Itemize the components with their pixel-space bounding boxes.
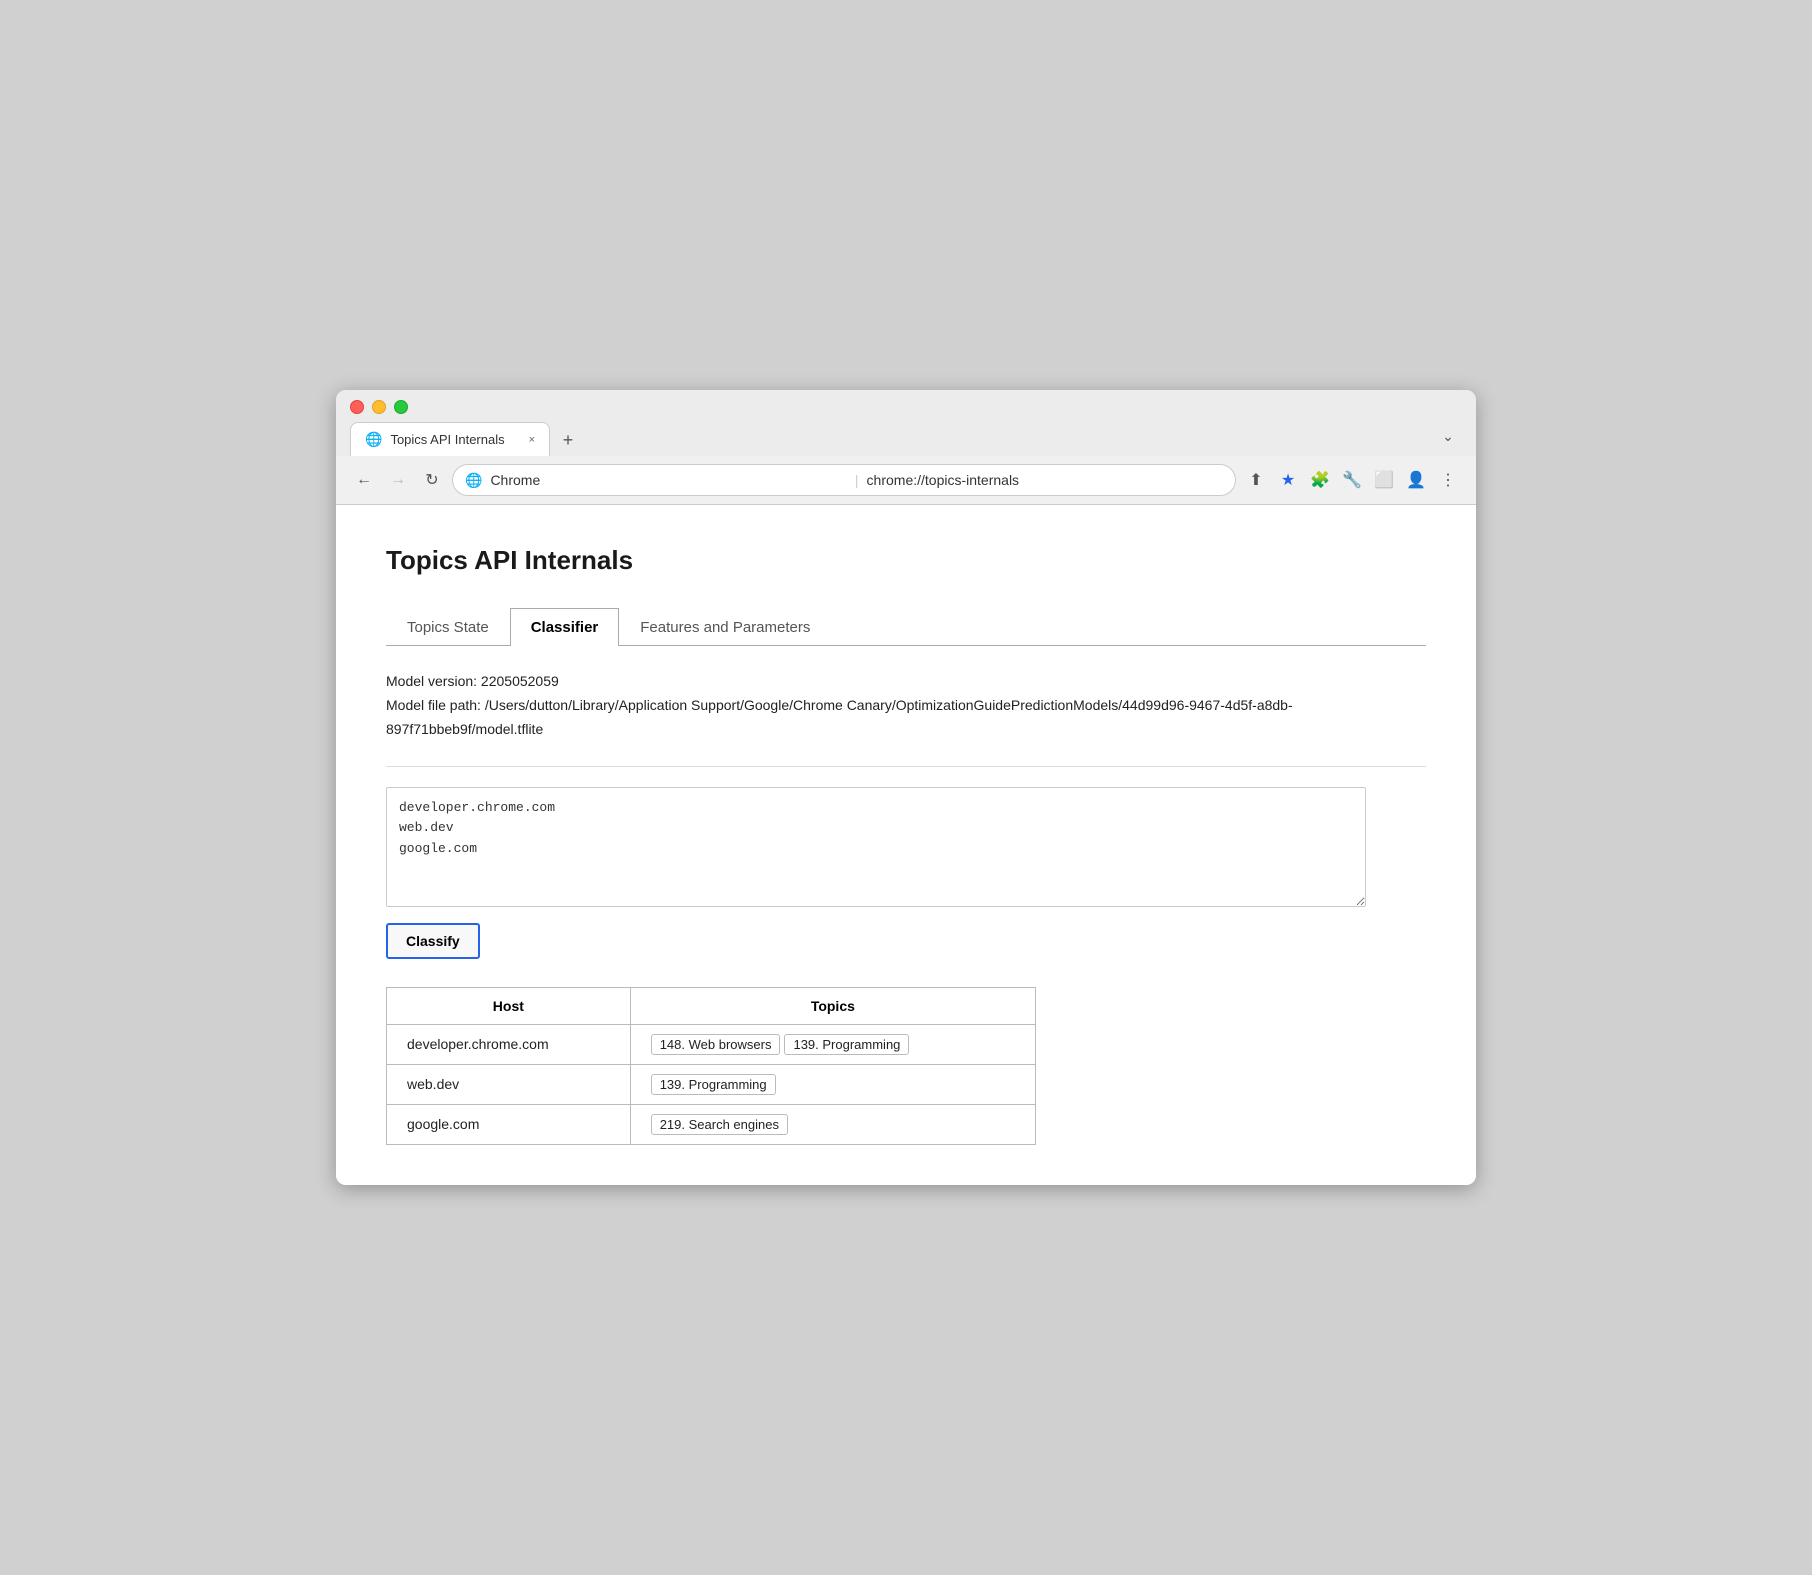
bookmark-button[interactable]: ★ <box>1274 466 1302 494</box>
address-globe-icon: 🌐 <box>465 472 482 489</box>
page-title: Topics API Internals <box>386 545 1426 576</box>
address-separator: | <box>855 472 859 488</box>
split-view-button[interactable]: ⬜ <box>1370 466 1398 494</box>
model-path: Model file path: /Users/dutton/Library/A… <box>386 694 1426 742</box>
tabs-container: Topics State Classifier Features and Par… <box>386 608 1426 646</box>
maximize-button[interactable] <box>394 400 408 414</box>
browser-window: 🌐 Topics API Internals × + ⌄ ← → ↻ 🌐 Chr… <box>336 390 1476 1184</box>
share-button[interactable]: ⬆ <box>1242 466 1270 494</box>
table-cell-topics: 148. Web browsers139. Programming <box>630 1024 1035 1064</box>
address-label: Chrome <box>490 472 846 488</box>
menu-button[interactable]: ⋮ <box>1434 466 1462 494</box>
nav-bar: ← → ↻ 🌐 Chrome | chrome://topics-interna… <box>336 456 1476 505</box>
tab-globe-icon: 🌐 <box>365 431 382 448</box>
table-cell-host: web.dev <box>387 1064 631 1104</box>
topic-badge: 148. Web browsers <box>651 1034 781 1055</box>
topic-badge: 139. Programming <box>651 1074 776 1095</box>
extensions-button[interactable]: 🧩 <box>1306 466 1334 494</box>
table-header-row: Host Topics <box>387 987 1036 1024</box>
traffic-lights <box>350 400 1462 414</box>
refresh-button[interactable]: ↻ <box>418 466 446 494</box>
address-bar[interactable]: 🌐 Chrome | chrome://topics-internals <box>452 464 1236 496</box>
page-content: Topics API Internals Topics State Classi… <box>336 505 1476 1184</box>
classify-button[interactable]: Classify <box>386 923 480 959</box>
col-header-host: Host <box>387 987 631 1024</box>
profile-button[interactable]: 👤 <box>1402 466 1430 494</box>
classify-textarea[interactable]: developer.chrome.com web.dev google.com <box>386 787 1366 907</box>
table-row: developer.chrome.com148. Web browsers139… <box>387 1024 1036 1064</box>
topic-badge: 219. Search engines <box>651 1114 788 1135</box>
table-cell-host: developer.chrome.com <box>387 1024 631 1064</box>
tab-close-button[interactable]: × <box>529 434 535 446</box>
divider <box>386 766 1426 767</box>
address-url: chrome://topics-internals <box>867 472 1223 488</box>
minimize-button[interactable] <box>372 400 386 414</box>
table-cell-topics: 139. Programming <box>630 1064 1035 1104</box>
nav-actions: ⬆ ★ 🧩 🔧 ⬜ 👤 ⋮ <box>1242 466 1462 494</box>
title-bar: 🌐 Topics API Internals × + ⌄ <box>336 390 1476 456</box>
table-row: google.com 219. Search engines <box>387 1104 1036 1144</box>
tab-title: Topics API Internals <box>390 432 520 447</box>
tab-dropdown-button[interactable]: ⌄ <box>1434 422 1462 450</box>
model-info: Model version: 2205052059 Model file pat… <box>386 670 1426 741</box>
close-button[interactable] <box>350 400 364 414</box>
back-button[interactable]: ← <box>350 466 378 494</box>
new-tab-button[interactable]: + <box>554 426 582 454</box>
tab-features-params[interactable]: Features and Parameters <box>619 608 831 646</box>
forward-button[interactable]: → <box>384 466 412 494</box>
tab-classifier[interactable]: Classifier <box>510 608 620 646</box>
active-tab[interactable]: 🌐 Topics API Internals × <box>350 422 550 456</box>
table-row: web.dev 139. Programming <box>387 1064 1036 1104</box>
col-header-topics: Topics <box>630 987 1035 1024</box>
topic-badge: 139. Programming <box>784 1034 909 1055</box>
tab-topics-state[interactable]: Topics State <box>386 608 510 646</box>
table-cell-topics: 219. Search engines <box>630 1104 1035 1144</box>
tab-bar: 🌐 Topics API Internals × + ⌄ <box>350 422 1462 456</box>
table-cell-host: google.com <box>387 1104 631 1144</box>
profile-extensions-button[interactable]: 🔧 <box>1338 466 1366 494</box>
results-table: Host Topics developer.chrome.com148. Web… <box>386 987 1036 1145</box>
model-version: Model version: 2205052059 <box>386 670 1426 694</box>
